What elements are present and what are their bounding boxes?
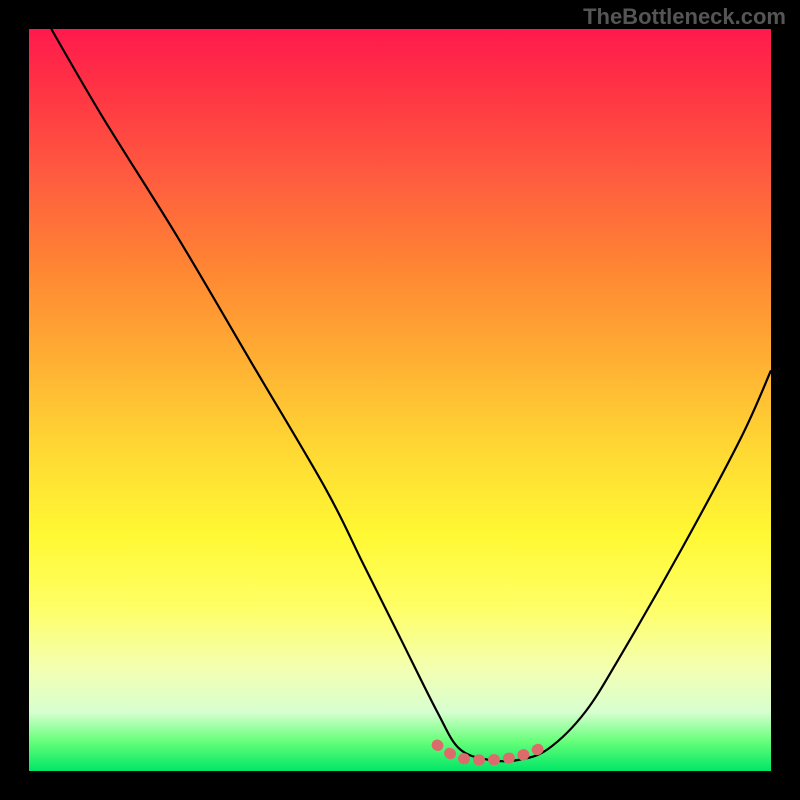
plot-area [29, 29, 771, 771]
watermark-text: TheBottleneck.com [583, 4, 786, 30]
bottleneck-curve [51, 29, 771, 761]
chart-svg [29, 29, 771, 771]
